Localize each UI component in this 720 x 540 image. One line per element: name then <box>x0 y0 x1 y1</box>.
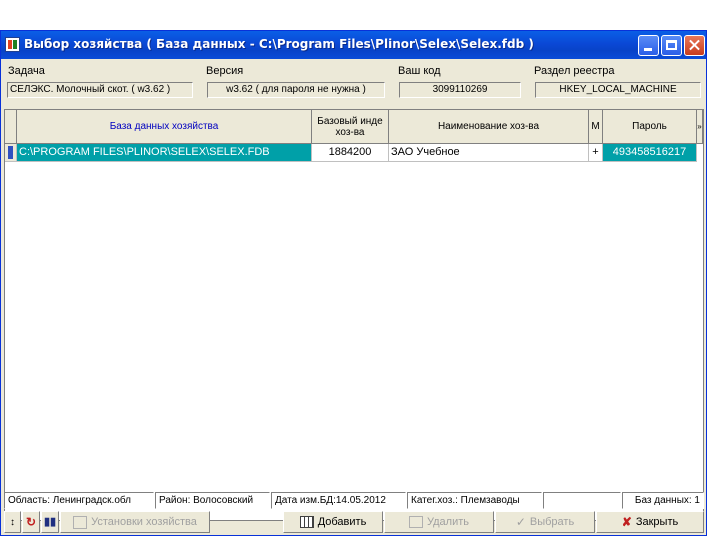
close-button[interactable]: ✘ Закрыть <box>596 511 704 533</box>
title-bar[interactable]: Выбор хозяйства ( База данных - C:\Progr… <box>1 31 706 59</box>
sort-button[interactable]: ↕ <box>4 511 21 533</box>
column-header-farm-name[interactable]: Наименование хоз-ва <box>389 110 589 144</box>
select-label: Выбрать <box>529 516 575 528</box>
minimize-button[interactable] <box>638 35 659 56</box>
status-district: Район: Волосовский <box>155 492 270 509</box>
task-field: СЕЛЭКС. Молочный скот. ( w3.62 ) <box>7 82 193 98</box>
refresh-button[interactable]: ↻ <box>22 511 40 533</box>
window-title: Выбор хозяйства ( База данных - C:\Progr… <box>24 37 534 51</box>
farm-grid[interactable]: База данных хозяйства Базовый инде хоз-в… <box>4 109 704 521</box>
cell-password[interactable]: 493458516217 <box>603 144 697 162</box>
select-button[interactable]: ✓ Выбрать <box>495 511 595 533</box>
status-category: Катег.хоз.: Племзаводы <box>407 492 542 509</box>
cell-farm-name[interactable]: ЗАО Учебное <box>389 144 589 162</box>
status-region: Область: Ленинградск.обл <box>4 492 154 509</box>
bottom-toolbar: ↕ ↻ ▮▮ Установки хозяйства Добавить Удал… <box>4 511 704 533</box>
cell-m[interactable]: + <box>589 144 603 162</box>
delete-label: Удалить <box>427 516 469 528</box>
column-header-m[interactable]: М <box>589 110 603 144</box>
close-window-button[interactable] <box>684 35 705 56</box>
status-date: Дата изм.БД:14.05.2012 <box>271 492 406 509</box>
close-door-icon: ✘ <box>621 515 632 530</box>
column-header-database[interactable]: База данных хозяйства <box>17 110 312 144</box>
cell-base-index[interactable]: 1884200 <box>312 144 389 162</box>
version-label: Версия <box>206 65 244 77</box>
code-field: 3099110269 <box>399 82 521 98</box>
task-label: Задача <box>8 65 45 77</box>
delete-button[interactable]: Удалить <box>384 511 494 533</box>
column-header-more[interactable]: » <box>697 110 703 144</box>
sort-icon: ↕ <box>10 517 15 528</box>
maximize-button[interactable] <box>661 35 682 56</box>
registry-label: Раздел реестра <box>534 65 615 77</box>
minimize-icon <box>644 48 652 51</box>
close-label: Закрыть <box>635 516 679 528</box>
delete-table-icon <box>409 516 423 529</box>
code-label: Ваш код <box>398 65 441 77</box>
farm-settings-button[interactable]: Установки хозяйства <box>60 511 210 533</box>
cell-database[interactable]: C:\PROGRAM FILES\PLINOR\SELEX\SELEX.FDB <box>17 144 312 162</box>
status-spacer <box>543 492 621 509</box>
status-bar: Область: Ленинградск.обл Район: Волосовс… <box>4 492 704 509</box>
farm-settings-label: Установки хозяйства <box>91 516 197 528</box>
select-farm-window: Выбор хозяйства ( База данных - C:\Progr… <box>0 30 707 536</box>
settings-icon <box>73 515 88 529</box>
row-indicator <box>5 144 17 162</box>
column-header-password[interactable]: Пароль <box>603 110 697 144</box>
checkmark-icon: ✓ <box>515 515 526 530</box>
row-pointer-icon <box>8 146 13 159</box>
registry-field: HKEY_LOCAL_MACHINE <box>535 82 701 98</box>
version-field: w3.62 ( для пароля не нужна ) <box>207 82 385 98</box>
app-icon[interactable] <box>5 37 20 52</box>
column-header-base-index[interactable]: Базовый инде хоз-ва <box>312 110 389 144</box>
maximize-icon <box>666 40 677 50</box>
close-icon <box>685 36 704 55</box>
status-db-count: Баз данных: 1 <box>622 492 704 509</box>
add-table-icon <box>299 516 314 529</box>
grid-indicator-header <box>5 110 17 144</box>
chart-icon: ▮▮ <box>43 516 57 528</box>
chart-button[interactable]: ▮▮ <box>41 511 59 533</box>
add-label: Добавить <box>317 516 367 528</box>
refresh-icon: ↻ <box>25 515 37 529</box>
add-button[interactable]: Добавить <box>283 511 383 533</box>
